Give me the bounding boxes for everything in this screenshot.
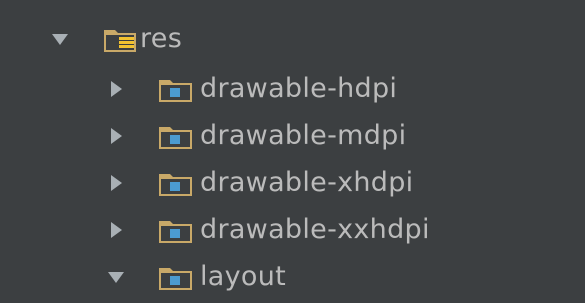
project-tree: res drawable-hdpi drawable-mdpi drawable… bbox=[0, 0, 585, 302]
tree-item-label: drawable-xhdpi bbox=[200, 167, 414, 198]
folder-icon bbox=[158, 123, 194, 151]
expand-arrow-icon[interactable] bbox=[106, 267, 126, 287]
resource-folder-icon bbox=[103, 26, 139, 54]
folder-icon bbox=[158, 264, 194, 292]
tree-item-label: drawable-xxhdpi bbox=[200, 214, 430, 245]
tree-row-drawable-hdpi[interactable]: drawable-hdpi bbox=[0, 65, 585, 115]
folder-icon bbox=[158, 170, 194, 198]
tree-row-res[interactable]: res bbox=[0, 15, 585, 65]
collapse-arrow-icon[interactable] bbox=[106, 126, 126, 146]
folder-icon bbox=[158, 76, 194, 104]
tree-row-layout[interactable]: layout bbox=[0, 253, 585, 303]
tree-row-drawable-xhdpi[interactable]: drawable-xhdpi bbox=[0, 159, 585, 209]
collapse-arrow-icon[interactable] bbox=[106, 79, 126, 99]
tree-item-label: drawable-mdpi bbox=[200, 120, 407, 151]
folder-icon bbox=[158, 217, 194, 245]
collapse-arrow-icon[interactable] bbox=[106, 220, 126, 240]
tree-item-label: drawable-hdpi bbox=[200, 73, 398, 104]
tree-item-label: layout bbox=[200, 261, 287, 292]
tree-item-label: res bbox=[140, 23, 183, 54]
tree-row-drawable-xxhdpi[interactable]: drawable-xxhdpi bbox=[0, 206, 585, 256]
tree-row-drawable-mdpi[interactable]: drawable-mdpi bbox=[0, 112, 585, 162]
collapse-arrow-icon[interactable] bbox=[106, 173, 126, 193]
expand-arrow-icon[interactable] bbox=[50, 29, 70, 49]
